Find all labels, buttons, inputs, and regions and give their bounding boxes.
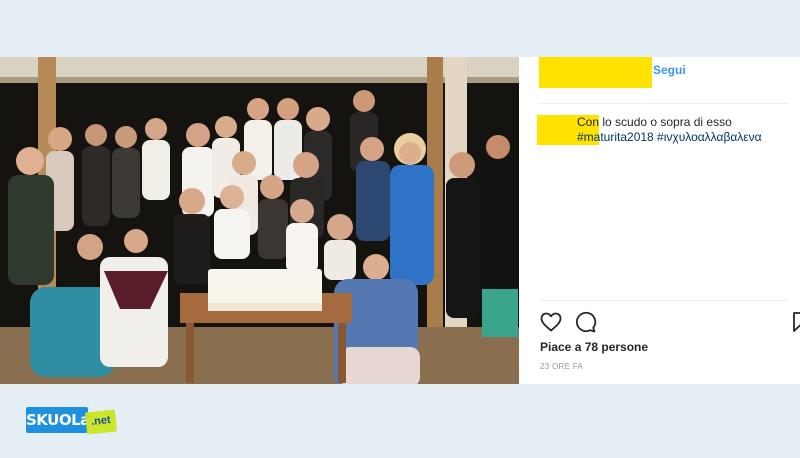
post-side-panel: Segui Con lo scudo o sopra di esso #matu… [519, 57, 800, 384]
redacted-username-highlight [539, 57, 652, 88]
post-timestamp: 23 ORE FA [540, 362, 584, 371]
logo-suffix-text: .net [84, 409, 118, 435]
comment-icon[interactable] [573, 310, 597, 334]
skuola-net-logo[interactable]: SKUOLa .net [26, 407, 118, 435]
group-photo-illustration [0, 57, 519, 384]
bookmark-icon[interactable] [789, 310, 800, 334]
heart-icon[interactable] [539, 310, 563, 334]
follow-button[interactable]: Segui [653, 63, 686, 77]
post-actions [539, 310, 800, 334]
post-photo[interactable] [0, 57, 519, 384]
divider [539, 300, 788, 301]
caption-text: Con lo scudo o sopra di esso [577, 115, 732, 129]
likes-count[interactable]: Piace a 78 persone [540, 340, 648, 354]
instagram-post: Segui Con lo scudo o sopra di esso #matu… [0, 57, 800, 384]
divider [539, 103, 788, 104]
post-caption: Con lo scudo o sopra di esso #maturita20… [577, 115, 787, 145]
caption-hashtags[interactable]: #maturita2018 #ινχυλοαλλαβαλενα [577, 130, 762, 144]
logo-main-text: SKUOLa [26, 407, 90, 433]
